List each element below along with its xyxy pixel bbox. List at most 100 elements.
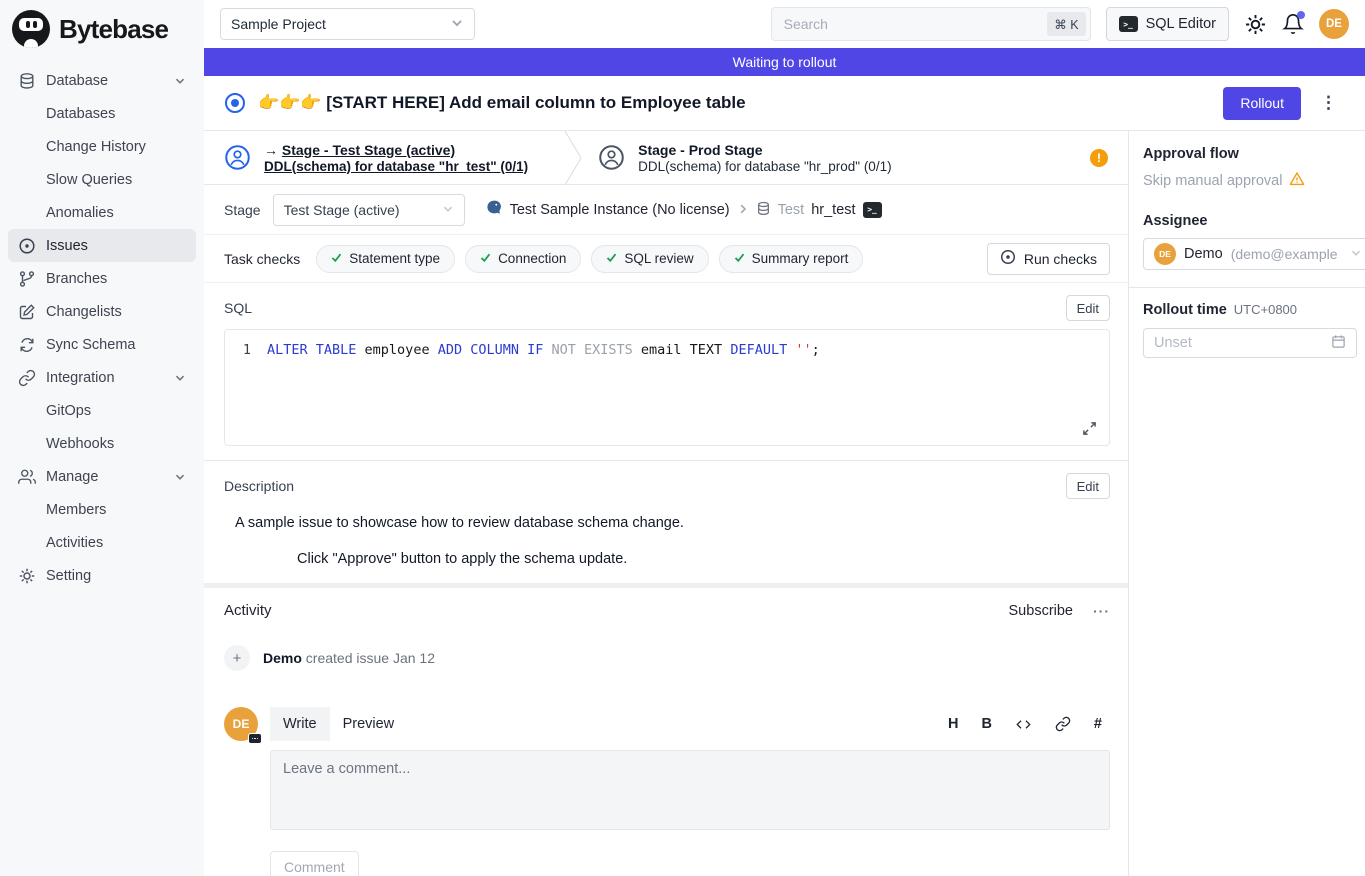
sidebar-item-slow-queries[interactable]: Slow Queries [8, 163, 196, 196]
users-icon [18, 468, 36, 486]
sql-statement: ALTER TABLE employee ADD COLUMN IF NOT E… [267, 340, 820, 360]
sidebar-item-changelists[interactable]: Changelists [8, 295, 196, 328]
check-icon [606, 251, 617, 266]
comment-submit-button[interactable]: Comment [270, 851, 359, 876]
comment-editor: DE Write Preview H B [224, 707, 1110, 876]
stage-select[interactable]: Test Stage (active) [273, 194, 465, 226]
rollout-timezone: UTC+0800 [1234, 302, 1297, 317]
comment-textarea[interactable] [270, 750, 1110, 830]
instance-link[interactable]: Test Sample Instance (No license) [510, 202, 730, 218]
check-pill-statement-type[interactable]: Statement type [316, 245, 455, 273]
sidebar-item-setting[interactable]: Setting [8, 559, 196, 592]
description-paragraph: Click "Approve" button to apply the sche… [297, 551, 1110, 567]
postgres-icon [485, 199, 503, 220]
issue-title: 👉👉👉 [START HERE] Add email column to Emp… [258, 93, 746, 113]
bold-icon[interactable]: B [981, 716, 991, 732]
check-icon [734, 251, 745, 266]
check-pill-summary-report[interactable]: Summary report [719, 245, 864, 273]
search-box: ⌘ K [771, 7, 1091, 41]
description-edit-button[interactable]: Edit [1066, 473, 1110, 499]
sql-editor[interactable]: 1 ALTER TABLE employee ADD COLUMN IF NOT… [224, 329, 1110, 446]
ellipsis-menu-icon[interactable]: ··· [1093, 603, 1110, 619]
sidebar-nav: Database Databases Change History Slow Q… [0, 60, 204, 596]
sidebar-item-sync-schema[interactable]: Sync Schema [8, 328, 196, 361]
chevron-right-icon [737, 202, 749, 218]
check-pill-sql-review[interactable]: SQL review [591, 245, 708, 273]
task-checks-label: Task checks [224, 251, 300, 267]
sidebar-item-issues[interactable]: Issues [8, 229, 196, 262]
sql-section: SQL Edit 1 ALTER TABLE employee ADD COLU… [204, 283, 1128, 461]
stage-card-prod[interactable]: Stage - Prod Stage DDL(schema) for datab… [598, 142, 891, 174]
hash-icon[interactable]: # [1094, 716, 1102, 732]
assignee-stage-icon-active [224, 144, 251, 171]
bytebase-logo-icon [12, 10, 50, 48]
assignee-label: Assignee [1143, 213, 1365, 229]
settings-gear-icon[interactable] [1244, 13, 1267, 36]
tab-preview[interactable]: Preview [330, 707, 408, 741]
sidebar-item-members[interactable]: Members [8, 493, 196, 526]
tab-write[interactable]: Write [270, 707, 330, 741]
chevron-down-icon [442, 202, 454, 218]
plus-icon: + [224, 645, 250, 671]
terminal-icon: >_ [1119, 16, 1138, 32]
task-checks-row: Task checks Statement type Connection SQ… [204, 235, 1128, 283]
line-number: 1 [225, 340, 267, 360]
stage-separator [564, 131, 582, 185]
kebab-menu-icon[interactable]: ⋮ [1314, 93, 1343, 113]
sql-edit-button[interactable]: Edit [1066, 295, 1110, 321]
notifications-bell-icon[interactable] [1282, 13, 1304, 35]
issue-status-icon [225, 93, 245, 113]
rollout-time-label: Rollout time [1143, 302, 1227, 318]
sidebar-item-databases[interactable]: Databases [8, 97, 196, 130]
code-icon[interactable] [1015, 717, 1032, 732]
issue-detail: → Stage - Test Stage (active) DDL(schema… [204, 131, 1128, 876]
topbar: Sample Project ⌘ K >_ SQL Editor DE [204, 0, 1365, 48]
user-avatar[interactable]: DE [1319, 9, 1349, 39]
sidebar-item-integration[interactable]: Integration [8, 361, 196, 394]
changelist-icon [18, 303, 36, 321]
open-sql-editor-icon[interactable]: >_ [863, 202, 882, 218]
expand-editor-icon[interactable] [1082, 421, 1097, 436]
assignee-avatar: DE [1154, 243, 1176, 265]
database-breadcrumb: Test Sample Instance (No license) Test h… [485, 199, 882, 220]
rollout-button[interactable]: Rollout [1223, 87, 1301, 120]
sync-icon [18, 336, 36, 354]
project-select[interactable]: Sample Project [220, 8, 475, 40]
sidebar-item-change-history[interactable]: Change History [8, 130, 196, 163]
panel-divider [1129, 287, 1365, 288]
sidebar-item-branches[interactable]: Branches [8, 262, 196, 295]
brand-name: Bytebase [59, 14, 168, 45]
issue-icon [18, 237, 36, 255]
comment-tabs: Write Preview H B # [270, 707, 1110, 741]
assignee-select[interactable]: DE Demo (demo@example [1143, 238, 1365, 270]
link-icon [18, 369, 36, 387]
sql-editor-button[interactable]: >_ SQL Editor [1106, 7, 1229, 41]
comment-avatar: DE [224, 707, 258, 741]
heading-icon[interactable]: H [948, 716, 958, 732]
check-pill-connection[interactable]: Connection [465, 245, 581, 273]
content-split: → Stage - Test Stage (active) DDL(schema… [204, 131, 1365, 876]
database-link[interactable]: hr_test [811, 202, 855, 218]
app-window: Bytebase Database Databases Change Histo… [0, 0, 1365, 876]
activity-entry: + Demo created issue Jan 12 [224, 645, 1110, 671]
search-input[interactable] [771, 7, 1091, 41]
link-icon[interactable] [1055, 716, 1071, 732]
check-icon [331, 251, 342, 266]
bytebase-logo: Bytebase [0, 8, 204, 60]
notification-dot [1297, 11, 1305, 19]
activity-author: Demo [263, 650, 302, 666]
run-checks-button[interactable]: Run checks [987, 243, 1110, 275]
stage-label: Stage [224, 202, 261, 218]
sidebar-item-database[interactable]: Database [8, 64, 196, 97]
environment-label: Test [778, 202, 805, 218]
rollout-time-input[interactable]: Unset [1143, 328, 1357, 358]
stage-card-test[interactable]: → Stage - Test Stage (active) DDL(schema… [224, 142, 528, 174]
subscribe-button[interactable]: Subscribe [1009, 603, 1073, 619]
sidebar-item-webhooks[interactable]: Webhooks [8, 427, 196, 460]
issue-sidebar: Approval flow Skip manual approval Assig… [1128, 131, 1365, 876]
sidebar-item-gitops[interactable]: GitOps [8, 394, 196, 427]
sidebar-item-anomalies[interactable]: Anomalies [8, 196, 196, 229]
chevron-down-icon [174, 75, 186, 87]
sidebar-item-manage[interactable]: Manage [8, 460, 196, 493]
sidebar-item-activities[interactable]: Activities [8, 526, 196, 559]
